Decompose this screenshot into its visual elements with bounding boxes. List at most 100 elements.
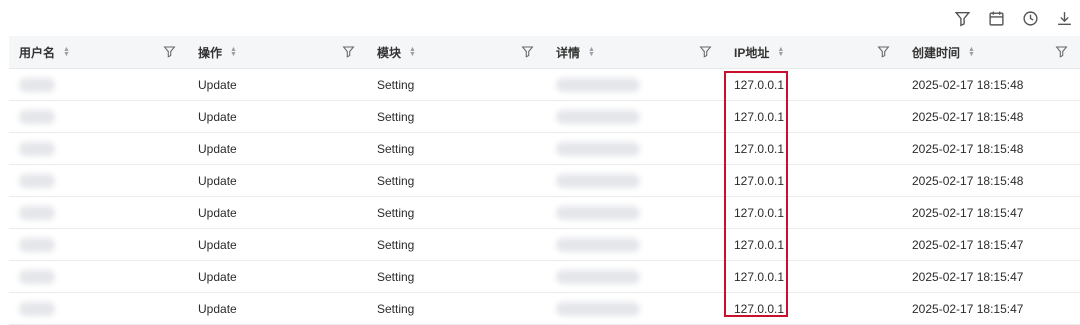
redacted-detail [556, 269, 640, 284]
column-header-label: 详情 [556, 45, 581, 60]
redacted-detail [556, 237, 640, 252]
ip-address-cell: 127.0.0.1 [724, 164, 902, 197]
redacted-detail [556, 109, 640, 124]
operation-cell: Update [188, 164, 367, 197]
ip-address-cell: 127.0.0.1 [724, 228, 902, 261]
created-time-cell: 2025-02-17 18:15:48 [902, 100, 1080, 133]
history-button[interactable] [1020, 8, 1040, 28]
operation-cell: Update [188, 196, 367, 229]
sort-icon[interactable]: ▲ ▼ [588, 46, 595, 58]
detail-cell [546, 132, 724, 165]
column-header-label: 模块 [377, 45, 402, 60]
operation-cell: Update [188, 100, 367, 133]
table-row[interactable]: Update Setting 127.0.0.1 2025-02-17 18:15:4… [9, 292, 1080, 325]
column-header-label: 操作 [198, 45, 223, 60]
column-filter-icon[interactable] [342, 45, 355, 58]
table-row[interactable]: Update Setting 127.0.0.1 2025-02-17 18:15:4… [9, 100, 1080, 133]
ip-address-cell: 127.0.0.1 [724, 292, 902, 325]
calendar-icon [988, 11, 1004, 26]
history-icon [1022, 10, 1038, 26]
filter-button[interactable] [952, 8, 972, 28]
table-row[interactable]: Update Setting 127.0.0.1 2025-02-17 18:15:4… [9, 132, 1080, 165]
sort-icon[interactable]: ▲ ▼ [968, 46, 975, 58]
ip-address-cell: 127.0.0.1 [724, 260, 902, 293]
username-cell [9, 100, 188, 133]
date-range-button[interactable] [986, 8, 1006, 28]
column-filter-icon[interactable] [521, 45, 534, 58]
detail-cell [546, 68, 724, 101]
redacted-username [19, 269, 55, 284]
username-cell [9, 164, 188, 197]
username-cell [9, 292, 188, 325]
created-time-cell: 2025-02-17 18:15:47 [902, 260, 1080, 293]
module-cell: Setting [367, 292, 546, 325]
redacted-detail [556, 205, 640, 220]
column-header-label: 用户名 [19, 45, 56, 60]
table-row[interactable]: Update Setting 127.0.0.1 2025-02-17 18:15:4… [9, 260, 1080, 293]
ip-address-cell: 127.0.0.1 [724, 132, 902, 165]
created-time-cell: 2025-02-17 18:15:48 [902, 164, 1080, 197]
column-header-label: IP地址 [734, 45, 770, 60]
filter-icon [954, 11, 970, 27]
created-time-cell: 2025-02-17 18:15:48 [902, 132, 1080, 165]
module-cell: Setting [367, 68, 546, 101]
redacted-username [19, 205, 55, 220]
module-cell: Setting [367, 132, 546, 165]
sort-icon[interactable]: ▲ ▼ [63, 46, 70, 58]
detail-cell [546, 100, 724, 133]
module-cell: Setting [367, 260, 546, 293]
operation-cell: Update [188, 132, 367, 165]
sort-icon[interactable]: ▲ ▼ [777, 46, 784, 58]
redacted-username [19, 301, 55, 316]
username-cell [9, 132, 188, 165]
module-cell: Setting [367, 228, 546, 261]
log-table-container: 用户名 ▲ ▼ 操作 ▲ ▼ 模块 ▲ ▼ 详情 ▲ ▼ IP地址 ▲ ▼ 创建时间 ▲ ▼ Update Sett… [9, 36, 1080, 325]
table-row[interactable]: Update Setting 127.0.0.1 2025-02-17 18:15:4… [9, 196, 1080, 229]
redacted-username [19, 173, 55, 188]
table-row[interactable]: Update Setting 127.0.0.1 2025-02-17 18:15:4… [9, 68, 1080, 101]
column-filter-icon[interactable] [877, 45, 890, 58]
created-time-cell: 2025-02-17 18:15:48 [902, 68, 1080, 101]
column-filter-icon[interactable] [1055, 45, 1068, 58]
operation-cell: Update [188, 68, 367, 101]
table-body: Update Setting 127.0.0.1 2025-02-17 18:15:4… [9, 68, 1080, 325]
download-button[interactable] [1054, 8, 1074, 28]
username-cell [9, 196, 188, 229]
username-cell [9, 68, 188, 101]
column-header-label: 创建时间 [912, 45, 961, 60]
detail-cell [546, 260, 724, 293]
ip-address-cell: 127.0.0.1 [724, 100, 902, 133]
column-header[interactable]: 创建时间 ▲ ▼ [902, 36, 1080, 69]
detail-cell [546, 164, 724, 197]
table-row[interactable]: Update Setting 127.0.0.1 2025-02-17 18:15:4… [9, 164, 1080, 197]
column-header[interactable]: 操作 ▲ ▼ [188, 36, 367, 69]
created-time-cell: 2025-02-17 18:15:47 [902, 228, 1080, 261]
table-header-row: 用户名 ▲ ▼ 操作 ▲ ▼ 模块 ▲ ▼ 详情 ▲ ▼ IP地址 ▲ ▼ 创建时间 ▲ ▼ [9, 36, 1080, 69]
ip-address-cell: 127.0.0.1 [724, 196, 902, 229]
redacted-detail [556, 77, 640, 92]
redacted-username [19, 141, 55, 156]
redacted-detail [556, 301, 640, 316]
sort-icon[interactable]: ▲ ▼ [409, 46, 416, 58]
sort-icon[interactable]: ▲ ▼ [230, 46, 237, 58]
detail-cell [546, 228, 724, 261]
column-filter-icon[interactable] [699, 45, 712, 58]
column-header[interactable]: 详情 ▲ ▼ [546, 36, 724, 69]
operation-cell: Update [188, 292, 367, 325]
column-header[interactable]: IP地址 ▲ ▼ [724, 36, 902, 69]
table-row[interactable]: Update Setting 127.0.0.1 2025-02-17 18:15:4… [9, 228, 1080, 261]
redacted-username [19, 77, 55, 92]
username-cell [9, 260, 188, 293]
redacted-username [19, 237, 55, 252]
module-cell: Setting [367, 164, 546, 197]
log-table: 用户名 ▲ ▼ 操作 ▲ ▼ 模块 ▲ ▼ 详情 ▲ ▼ IP地址 ▲ ▼ 创建时间 ▲ ▼ Update Sett… [9, 36, 1080, 325]
created-time-cell: 2025-02-17 18:15:47 [902, 196, 1080, 229]
column-filter-icon[interactable] [163, 45, 176, 58]
ip-address-cell: 127.0.0.1 [724, 68, 902, 101]
redacted-detail [556, 141, 640, 156]
column-header[interactable]: 用户名 ▲ ▼ [9, 36, 188, 69]
redacted-username [19, 109, 55, 124]
column-header[interactable]: 模块 ▲ ▼ [367, 36, 546, 69]
operation-cell: Update [188, 228, 367, 261]
operation-cell: Update [188, 260, 367, 293]
